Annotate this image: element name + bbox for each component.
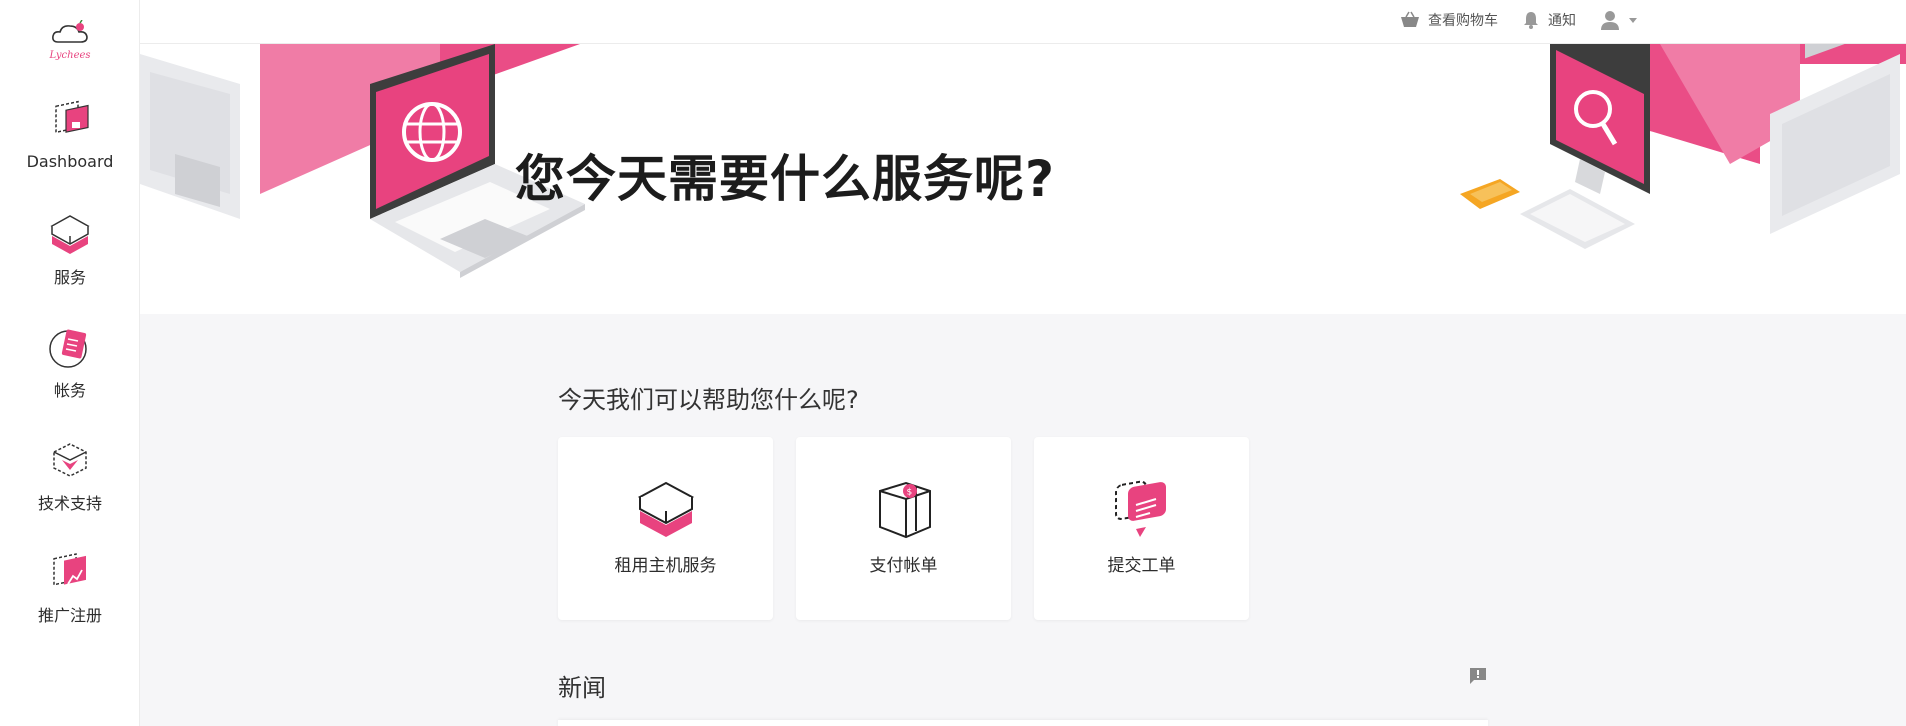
hero-banner: 您今天需要什么服务呢? bbox=[140, 44, 1906, 314]
view-cart-label: 查看购物车 bbox=[1428, 13, 1498, 29]
sidebar-item-affiliates[interactable]: 推广注册 bbox=[0, 550, 140, 626]
caret-down-icon bbox=[1629, 18, 1637, 23]
card-label: 支付帐单 bbox=[869, 556, 938, 576]
brand-logo[interactable]: Lychees bbox=[40, 20, 100, 70]
card-label: 租用主机服务 bbox=[614, 556, 717, 576]
svg-text:$: $ bbox=[906, 488, 912, 498]
card-order-hosting[interactable]: 租用主机服务 bbox=[558, 437, 773, 620]
affiliate-chart-icon bbox=[53, 553, 86, 586]
notifications-link[interactable]: 通知 bbox=[1522, 10, 1576, 30]
sidebar-item-label: 服务 bbox=[53, 268, 86, 287]
user-menu[interactable] bbox=[1600, 10, 1638, 30]
cloud-logo-icon bbox=[52, 20, 88, 43]
sidebar-item-label: Dashboard bbox=[26, 152, 114, 171]
view-cart-link[interactable]: 查看购物车 bbox=[1400, 10, 1498, 30]
basket-icon bbox=[1401, 11, 1419, 27]
news-panel bbox=[558, 720, 1488, 726]
sidebar-item-label: 推广注册 bbox=[37, 606, 102, 625]
payment-box-icon: $ bbox=[878, 481, 931, 539]
news-feed-icon[interactable] bbox=[1468, 666, 1488, 686]
dashboard-icon bbox=[55, 100, 89, 134]
server-box-icon bbox=[50, 215, 90, 254]
ticket-chat-icon bbox=[1114, 480, 1166, 537]
help-heading: 今天我们可以帮助您什么呢? bbox=[558, 386, 859, 414]
sidebar-item-support[interactable]: 技术支持 bbox=[0, 438, 140, 514]
notifications-label: 通知 bbox=[1548, 13, 1576, 29]
card-label: 提交工单 bbox=[1107, 556, 1176, 576]
card-open-ticket[interactable]: 提交工单 bbox=[1034, 437, 1249, 620]
card-pay-invoice[interactable]: $ 支付帐单 bbox=[796, 437, 1011, 620]
sidebar-item-label: 帐务 bbox=[53, 381, 86, 400]
logo-text: Lychees bbox=[49, 50, 91, 61]
monitor-search-illustration bbox=[1460, 44, 1906, 249]
bell-icon bbox=[1524, 12, 1538, 29]
sidebar-item-services[interactable]: 服务 bbox=[0, 212, 140, 288]
news-heading: 新闻 bbox=[558, 674, 606, 702]
top-bar: 查看购物车 通知 bbox=[140, 0, 1906, 44]
billing-icon bbox=[49, 329, 87, 368]
sidebar-item-label: 技术支持 bbox=[37, 494, 102, 513]
sidebar-item-billing[interactable]: 帐务 bbox=[0, 325, 140, 401]
sidebar: Lychees Dashboard 服务 帐务 技术支持 推广注册 bbox=[0, 0, 140, 726]
server-box-icon bbox=[637, 481, 694, 537]
hero-title: 您今天需要什么服务呢? bbox=[514, 150, 1055, 208]
support-box-icon bbox=[53, 443, 87, 477]
user-icon bbox=[1601, 11, 1619, 30]
sidebar-item-dashboard[interactable]: Dashboard bbox=[0, 100, 140, 171]
